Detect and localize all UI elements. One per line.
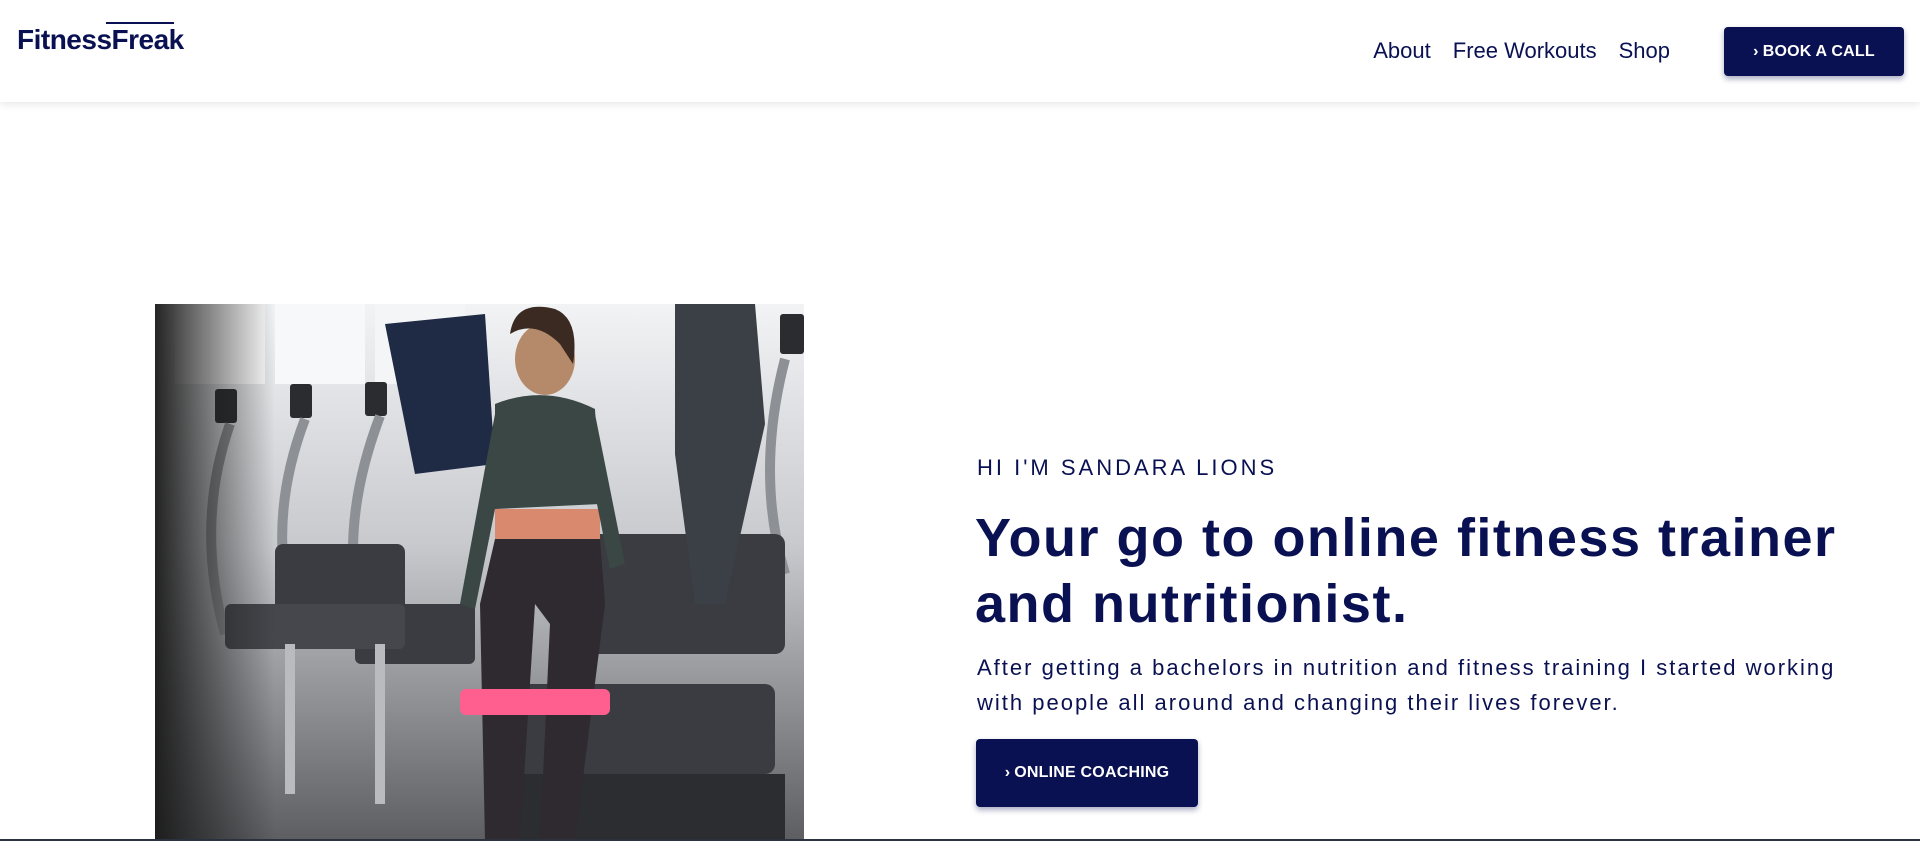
online-coaching-label: ONLINE COACHING	[1014, 764, 1170, 781]
chevron-right-icon: ›	[1004, 764, 1011, 781]
online-coaching-button[interactable]: › ONLINE COACHING	[976, 739, 1198, 807]
hero-headline-line-2: and nutritionist.	[975, 574, 1409, 634]
nav-link-free-workouts[interactable]: Free Workouts	[1453, 38, 1597, 64]
hero-photo	[155, 304, 804, 841]
main-nav: About Free Workouts Shop	[1373, 38, 1670, 64]
book-a-call-button[interactable]: › BOOK A CALL	[1724, 27, 1904, 76]
hero-description-line-2: with people all around and changing thei…	[977, 690, 1620, 715]
brand-logo[interactable]: FitnessFreak	[17, 24, 184, 56]
hero-headline-line-1: Your go to online fitness trainer	[975, 508, 1837, 568]
hero-description-line-1: After getting a bachelors in nutrition a…	[977, 655, 1836, 680]
nav-link-about[interactable]: About	[1373, 38, 1431, 64]
hero-eyebrow: HI I'M SANDARA LIONS	[977, 455, 1278, 480]
book-a-call-label: BOOK A CALL	[1762, 42, 1875, 60]
hero-description: After getting a bachelors in nutrition a…	[977, 650, 1907, 720]
chevron-right-icon: ›	[1753, 42, 1759, 60]
hero-headline: Your go to online fitness trainer and nu…	[975, 505, 1875, 637]
gym-trainer-photo	[155, 304, 804, 841]
site-header: FitnessFreak About Free Workouts Shop › …	[0, 0, 1920, 102]
nav-link-shop[interactable]: Shop	[1619, 38, 1670, 64]
